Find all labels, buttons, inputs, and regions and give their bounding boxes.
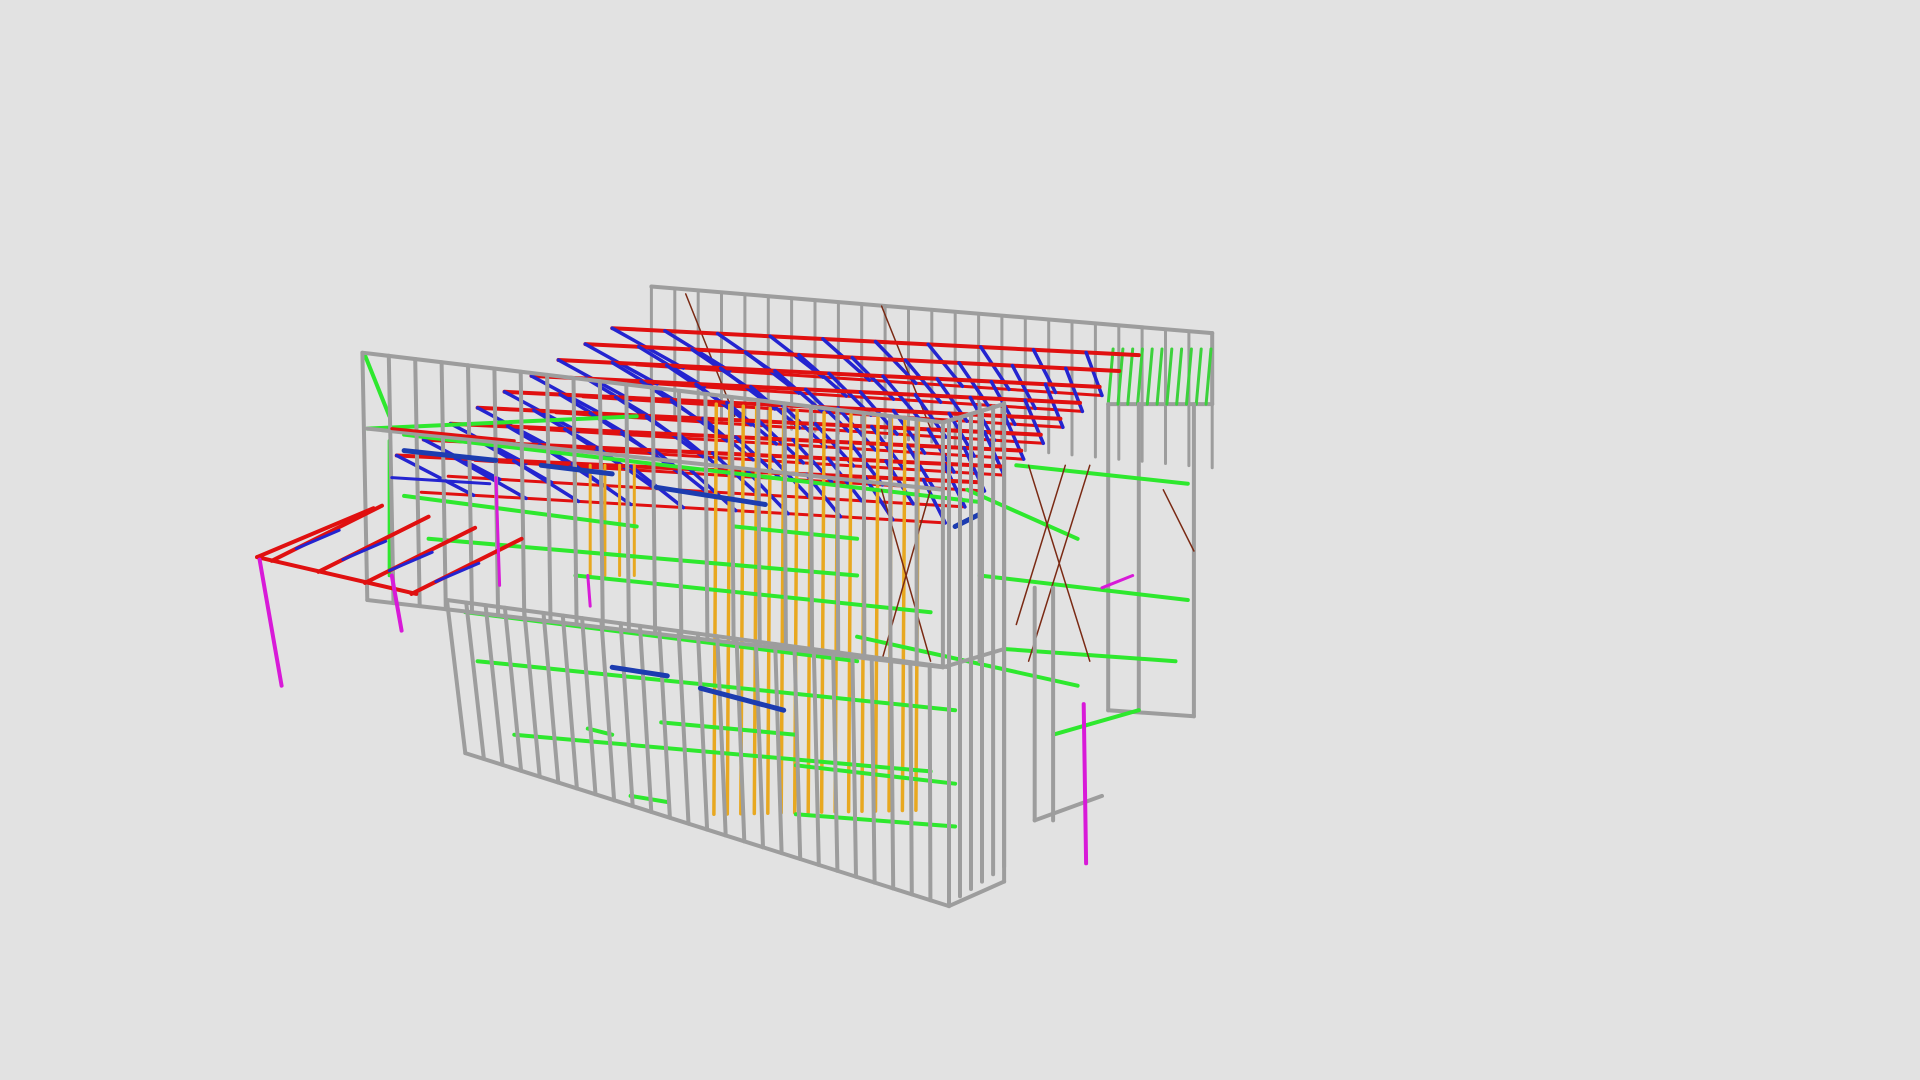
bottom-plate [1032, 793, 1104, 823]
end-truss-web [1155, 347, 1164, 406]
stud [676, 629, 691, 826]
stud [792, 644, 803, 861]
nogging [426, 536, 860, 578]
front-lower-wall-frame [444, 598, 951, 909]
timber-stud [900, 417, 907, 813]
end-truss-web [1194, 347, 1203, 406]
stud [444, 598, 468, 756]
stud [756, 398, 762, 648]
stud [413, 357, 422, 609]
end-truss-web [1175, 347, 1184, 406]
stud [464, 600, 486, 761]
stud [703, 391, 710, 642]
nogging [977, 573, 1190, 602]
stud [560, 613, 579, 791]
steel-frame-model[interactable] [0, 0, 1920, 1080]
stud [502, 605, 524, 773]
stud [541, 611, 561, 785]
stud [715, 634, 728, 838]
stud [638, 623, 654, 814]
nogging [1014, 463, 1190, 486]
nogging [1051, 708, 1141, 737]
stud [782, 401, 788, 651]
end-truss-web [1106, 347, 1115, 406]
stud [650, 385, 658, 636]
post [586, 574, 592, 608]
stud [908, 660, 914, 897]
balcony-edge [255, 506, 376, 560]
stud [599, 618, 617, 803]
stud [624, 382, 631, 633]
end-truss-web [1145, 347, 1154, 406]
end-truss-web [1165, 347, 1174, 406]
brace [1015, 464, 1067, 626]
timber-stud [766, 406, 772, 815]
bottom-plate [947, 879, 1007, 909]
stud [753, 639, 765, 850]
post [257, 557, 284, 688]
balcony-joist [409, 536, 524, 596]
stud [618, 621, 635, 808]
brace [1162, 489, 1195, 552]
stud [522, 608, 542, 779]
stud [889, 657, 896, 891]
stud [677, 388, 684, 639]
stud [729, 395, 736, 645]
balcony-web [387, 550, 434, 573]
post [1081, 702, 1089, 866]
stud [439, 360, 448, 612]
stud [466, 363, 474, 615]
stud [360, 350, 370, 602]
stud [811, 647, 821, 867]
end-web [362, 353, 392, 419]
stud [483, 603, 505, 767]
3d-viewport[interactable] [0, 0, 1920, 1080]
stud [580, 616, 598, 797]
stud [808, 404, 815, 654]
stud [850, 652, 858, 879]
stud [927, 662, 933, 903]
stud [696, 631, 710, 832]
stud [835, 407, 841, 658]
timber-stud [819, 410, 826, 814]
timber-stud [873, 415, 880, 813]
truss-web [1064, 366, 1085, 414]
timber-stud [846, 413, 853, 814]
stud [861, 410, 867, 661]
stud [869, 655, 877, 885]
end-truss-web [1126, 347, 1135, 406]
